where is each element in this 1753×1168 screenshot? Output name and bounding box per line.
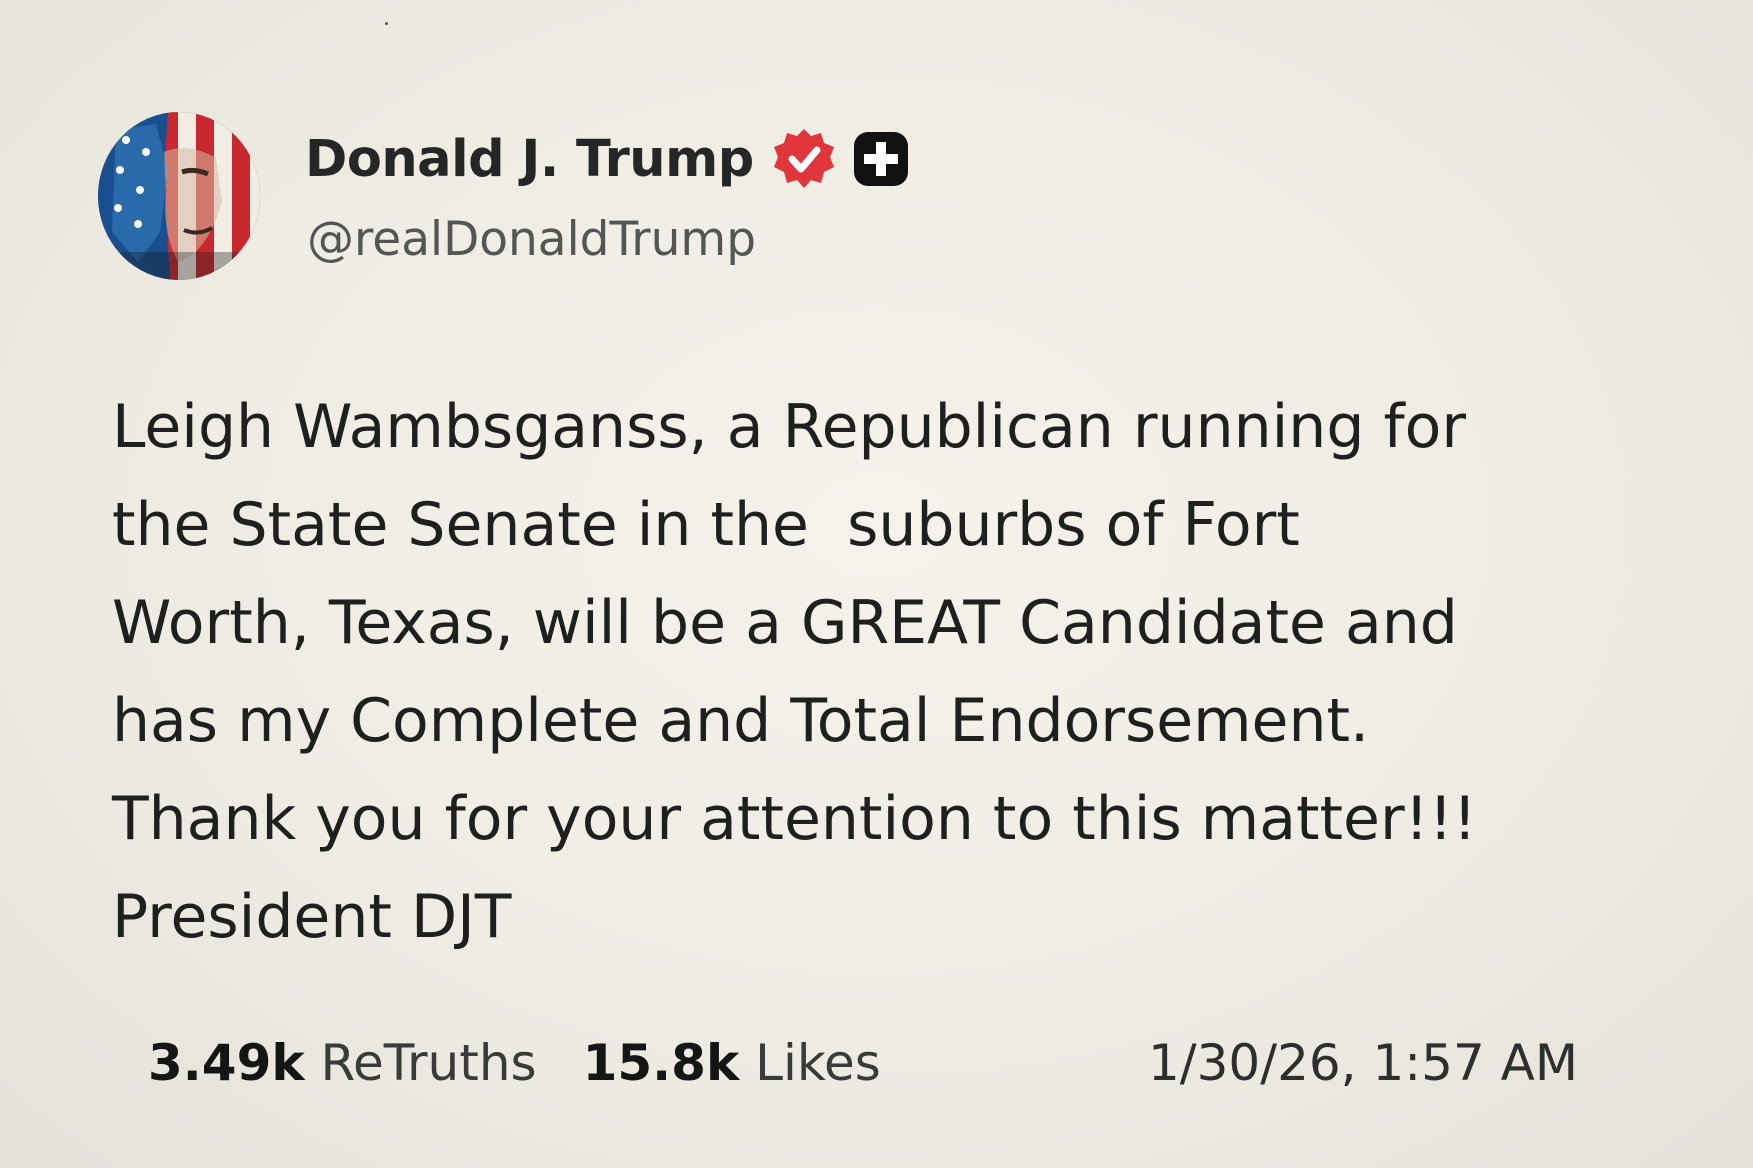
- verified-badge-icon: [772, 127, 836, 191]
- post-body-line: Leigh Wambsganss, a Republican running f…: [112, 392, 1466, 462]
- plus-badge-icon: [852, 130, 910, 188]
- truth-post: Donald J. Trump @realDonaldTrump Leigh W…: [0, 0, 1753, 1168]
- author-handle[interactable]: @realDonaldTrump: [307, 212, 756, 267]
- post-body-line: President DJT: [112, 882, 512, 952]
- retruths-count: 3.49k: [148, 1034, 305, 1092]
- likes-stat[interactable]: 15.8k Likes: [583, 1034, 881, 1092]
- post-timestamp[interactable]: 1/30/26, 1:57 AM: [1148, 1034, 1578, 1092]
- likes-label: Likes: [755, 1034, 881, 1092]
- author-name-row[interactable]: Donald J. Trump: [305, 124, 910, 194]
- avatar-image: [98, 112, 260, 280]
- post-footer: 3.49k ReTruths 15.8k Likes 1/30/26, 1:57…: [148, 1028, 1578, 1098]
- post-body-line: Thank you for your attention to this mat…: [112, 784, 1477, 854]
- retruths-label: ReTruths: [320, 1034, 537, 1092]
- post-body-line: the State Senate in the suburbs of Fort: [112, 490, 1300, 560]
- screen-speck: [385, 22, 388, 25]
- post-body-line: Worth, Texas, will be a GREAT Candidate …: [112, 588, 1458, 658]
- post-body: Leigh Wambsganss, a Republican running f…: [112, 378, 1612, 966]
- likes-count: 15.8k: [582, 1034, 740, 1092]
- post-body-line: has my Complete and Total Endorsement.: [112, 686, 1370, 756]
- author-display-name[interactable]: Donald J. Trump: [305, 130, 754, 189]
- avatar[interactable]: [98, 112, 260, 280]
- retruths-stat[interactable]: 3.49k ReTruths: [148, 1034, 537, 1092]
